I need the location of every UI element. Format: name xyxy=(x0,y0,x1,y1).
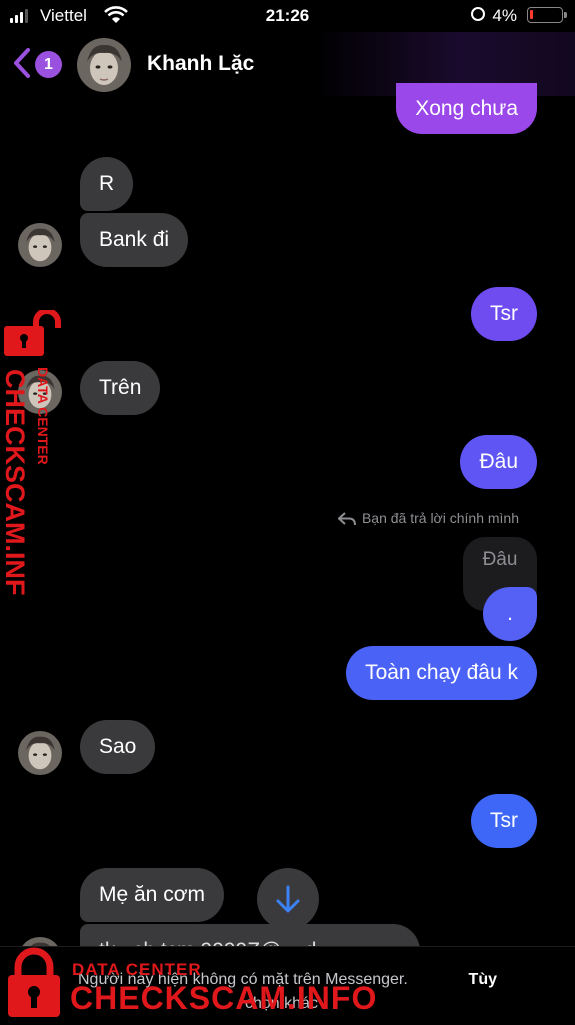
message-bubble-outgoing[interactable]: Tsr xyxy=(471,287,537,341)
status-bar: Viettel 21:26 4% xyxy=(0,0,575,32)
message-bubble-outgoing[interactable]: . xyxy=(483,587,537,641)
message-bubble-incoming[interactable]: Sao xyxy=(80,720,156,774)
message-bubble-outgoing[interactable]: Tsr xyxy=(471,794,537,848)
message-bubble-outgoing[interactable]: Toàn chạy đâu k xyxy=(346,646,537,700)
message-bubble-outgoing[interactable]: Đâu xyxy=(460,435,537,489)
contact-avatar[interactable] xyxy=(77,38,131,92)
contact-name[interactable]: Khanh Lặc xyxy=(147,52,254,76)
svg-text:DATA CENTER: DATA CENTER xyxy=(35,367,51,465)
battery-percent: 4% xyxy=(492,6,517,25)
more-options-link[interactable]: Tùy xyxy=(469,971,497,989)
watermark-vertical-sub: DATA CENTER xyxy=(35,367,51,465)
contact-avatar-small[interactable] xyxy=(18,223,62,267)
watermark-vertical-brand: CHECKSCAM.INFO xyxy=(0,369,30,595)
watermark-lock-icon xyxy=(8,947,60,1017)
watermark-sub: DATA CENTER xyxy=(72,960,202,979)
battery-icon xyxy=(527,7,567,23)
message-bubble-incoming[interactable]: Mẹ ăn cơm xyxy=(80,868,224,922)
reply-icon xyxy=(337,512,356,526)
clock: 21:26 xyxy=(265,6,310,25)
scroll-to-bottom-button[interactable] xyxy=(257,868,319,930)
watermark-lock-icon xyxy=(4,310,61,356)
arrow-down-icon xyxy=(276,885,300,913)
orientation-lock-icon xyxy=(471,7,485,21)
watermark-brand: CHECKSCAM.INFO xyxy=(70,980,378,1016)
svg-text:CHECKSCAM.INFO: CHECKSCAM.INFO xyxy=(0,369,30,595)
reply-note: Bạn đã trả lời chính mình xyxy=(337,510,519,526)
message-bubble-incoming[interactable]: Bank đi xyxy=(80,213,189,267)
reply-note-text: Bạn đã trả lời chính mình xyxy=(361,510,519,526)
message-bubble-incoming[interactable]: R xyxy=(80,157,134,211)
unread-badge[interactable]: 1 xyxy=(35,51,62,78)
message-bubble-incoming[interactable]: Trên xyxy=(80,361,161,415)
contact-avatar-small[interactable] xyxy=(18,731,62,775)
message-bubble-outgoing[interactable]: Xong chưa xyxy=(396,83,537,134)
back-arrow-icon[interactable] xyxy=(10,46,32,80)
